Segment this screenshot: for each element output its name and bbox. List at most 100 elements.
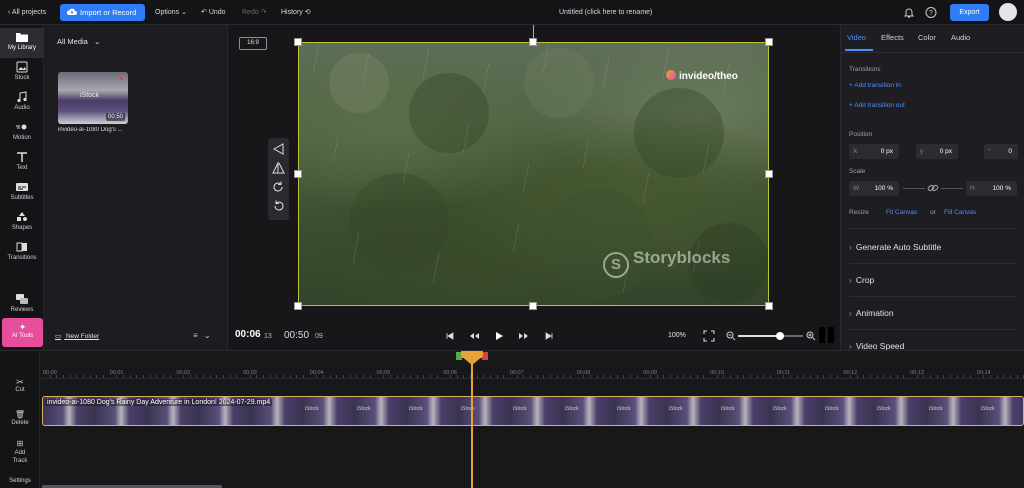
resize-label: Resize [849,209,869,216]
resize-handle-left[interactable] [294,170,302,178]
section-crop[interactable]: › Crop [849,275,874,285]
ruler-minor-tick [263,375,265,378]
nav-reviews[interactable]: Reviews [0,290,44,320]
resize-handle-bottom-right[interactable] [765,302,773,310]
playhead-handle[interactable] [461,351,483,365]
zoom-slider[interactable] [738,332,803,340]
new-folder-button[interactable]: ▭ New Folder [55,332,99,340]
cut-button[interactable]: ✂ Cut [0,377,40,393]
timeline-ruler[interactable]: 00:00 00:01 00:02 00:03 00:04 00:05 00:06 00:07… [41,365,1024,379]
position-x-field[interactable]: X 0 px [849,144,899,159]
scale-height-field[interactable]: H 100 % [966,181,1017,196]
nav-subtitles[interactable]: Subtitles [0,178,44,208]
aspect-ratio-button[interactable]: 16:9 [239,37,267,50]
play-icon[interactable] [493,329,505,343]
redo-button[interactable]: Redo ↷ [242,4,267,21]
tab-audio[interactable]: Audio [951,33,970,42]
resize-handle-top[interactable] [529,38,537,46]
fill-canvas-link[interactable]: Fill Canvas [944,209,976,216]
resize-handle-top-right[interactable] [765,38,773,46]
fullscreen-icon[interactable] [703,330,715,342]
undo-button[interactable]: ↶ Undo [201,4,226,21]
resize-handle-bottom-left[interactable] [294,302,302,310]
nav-transitions[interactable]: Transitions [0,238,44,268]
media-thumbnail[interactable]: iStock 00:50 [58,72,128,124]
import-label: Import or Record [80,8,137,17]
skip-to-start-icon[interactable] [444,329,456,343]
tab-video[interactable]: Video [847,33,866,42]
position-y-field[interactable]: y 0 px [916,144,958,159]
add-transition-in-link[interactable]: + Add transition in [849,82,901,89]
rewind-icon[interactable] [468,329,480,343]
add-track-button[interactable]: ⊞ Add Track [0,439,40,465]
history-button[interactable]: History ⟲ [281,4,311,21]
zoom-out-icon[interactable] [726,331,736,341]
ruler-minor-tick [563,375,565,378]
nav-stock[interactable]: Stock [0,58,44,88]
bell-icon[interactable] [903,4,915,21]
sort-button[interactable]: ≡ ⌄ [193,331,211,340]
add-transition-out-link[interactable]: + Add transition out [849,102,905,109]
ruler-minor-tick [649,375,651,378]
ruler-minor-tick [383,375,385,378]
chevron-left-icon: ‹ [8,9,11,16]
nav-audio[interactable]: Audio [0,88,44,118]
storyblocks-watermark: S Storyblocks [603,248,730,278]
ruler-minor-tick [916,375,918,378]
skip-to-end-icon[interactable] [543,329,555,343]
ruler-minor-tick [189,375,191,378]
nav-label: Text [16,165,28,171]
scale-width-field[interactable]: W 100 % [849,181,899,196]
section-animation[interactable]: › Animation [849,308,894,318]
tab-effects[interactable]: Effects [881,33,904,42]
link-icon[interactable] [927,182,939,194]
delete-button[interactable]: 🗑 Delete [0,410,40,426]
zoom-in-icon[interactable] [806,331,816,341]
project-title[interactable]: Untitled (click here to rename) [559,4,652,21]
video-clip[interactable]: invideo-ai-1080 Dog's Rainy Day Adventur… [42,396,1024,426]
svg-text:?: ? [929,10,933,17]
nav-text[interactable]: Text [0,148,44,178]
rotate-clockwise-icon[interactable] [272,180,285,194]
flip-vertical-icon[interactable] [272,161,285,175]
ruler-minor-tick [669,375,671,378]
back-to-projects-link[interactable]: ‹ All projects [8,4,46,21]
resize-handle-right[interactable] [765,170,773,178]
fast-forward-icon[interactable] [518,329,530,343]
ruler-minor-tick [903,375,905,378]
playhead[interactable] [471,361,473,488]
fit-canvas-link[interactable]: Fit Canvas [886,209,917,216]
resize-handle-bottom[interactable] [529,302,537,310]
zoom-slider-knob[interactable] [776,332,785,340]
rotation-field[interactable]: ° 0 [984,144,1018,159]
media-filter-dropdown[interactable]: All Media ⌄ [57,37,100,46]
video-canvas[interactable]: invideo/theo S Storyblocks [298,42,769,306]
help-icon[interactable]: ? [925,4,937,21]
x-value: 0 px [880,148,893,155]
ruler-minor-tick [183,375,185,378]
avatar[interactable] [999,3,1017,21]
clip-frame-watermark: iStock [513,406,527,412]
section-divider [849,228,1017,229]
media-library-panel: All Media ⌄ iStock 00:50 invideo-ai-1080… [45,25,266,350]
pause-icon[interactable] [819,327,835,343]
ruler-minor-tick [143,375,145,378]
resize-handle-top-left[interactable] [294,38,302,46]
flip-horizontal-icon[interactable] [272,142,285,156]
ruler-minor-tick [463,375,465,378]
settings-button[interactable]: Settings [0,478,40,484]
import-or-record-button[interactable]: Import or Record [60,4,145,21]
ai-tools-button[interactable]: ✦ AI Tools [2,318,43,347]
section-auto-subtitle[interactable]: › Generate Auto Subtitle [849,242,941,252]
nav-shapes[interactable]: Shapes [0,208,44,238]
ruler-minor-tick [569,375,571,378]
tab-color[interactable]: Color [918,33,936,42]
ruler-minor-tick [169,375,171,378]
options-menu[interactable]: Options ⌄ [155,4,187,21]
nav-my-library[interactable]: My Library [0,28,44,58]
rotate-counterclockwise-icon[interactable] [272,199,285,213]
top-bar: ‹ All projects Import or Record Options … [0,0,1024,25]
options-label: Options [155,9,180,16]
nav-motion[interactable]: Motion [0,118,44,148]
export-button[interactable]: Export [950,4,989,21]
